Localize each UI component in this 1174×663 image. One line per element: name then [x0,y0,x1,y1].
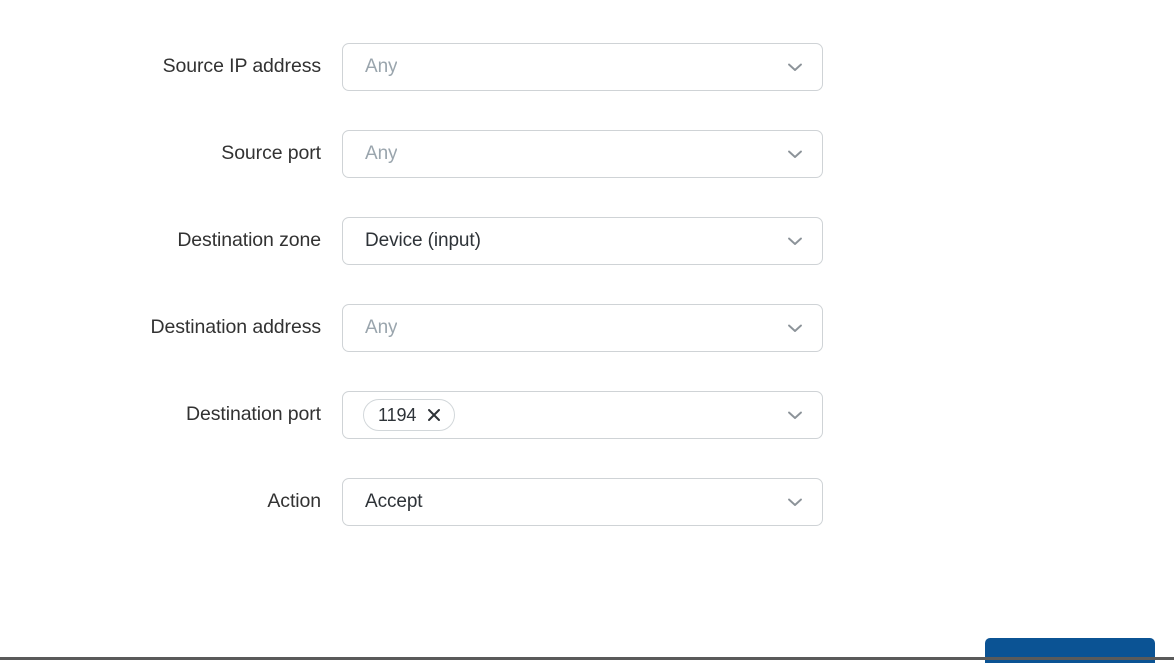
label-source-ip-address: Source IP address [162,55,321,78]
select-source-port[interactable]: Any [342,130,823,178]
control-destination-zone: Device (input) [342,217,823,265]
label-destination-address: Destination address [150,316,322,339]
select-destination-port[interactable]: 1194 [342,391,823,439]
control-destination-port: 1194 [342,391,823,439]
select-value-action: Accept [365,491,423,512]
firewall-rule-form-page: Source IP address Any Source port Any De… [0,0,1174,663]
field-row-source-ip-address: Source IP address Any [0,43,1174,91]
field-row-source-port: Source port Any [0,130,1174,178]
field-row-action: Action Accept [0,478,1174,526]
select-source-ip-address[interactable]: Any [342,43,823,91]
label-action: Action [267,490,321,513]
select-value-destination-address: Any [365,317,398,338]
select-value-destination-zone: Device (input) [365,230,481,251]
select-value-source-ip-address: Any [365,56,398,77]
footer-divider [0,657,1174,660]
select-value-source-port: Any [365,143,398,164]
select-destination-zone[interactable]: Device (input) [342,217,823,265]
field-row-destination-zone: Destination zone Device (input) [0,217,1174,265]
control-source-port: Any [342,130,823,178]
control-destination-address: Any [342,304,823,352]
label-destination-port: Destination port [186,403,321,426]
label-destination-zone: Destination zone [177,229,321,252]
select-action[interactable]: Accept [342,478,823,526]
token-destination-port[interactable]: 1194 [363,399,456,431]
field-row-destination-address: Destination address Any [0,304,1174,352]
label-source-port: Source port [221,142,321,165]
close-icon[interactable] [426,407,442,423]
token-label: 1194 [378,405,417,425]
select-destination-address[interactable]: Any [342,304,823,352]
field-row-destination-port: Destination port 1194 [0,391,1174,439]
control-action: Accept [342,478,823,526]
control-source-ip-address: Any [342,43,823,91]
